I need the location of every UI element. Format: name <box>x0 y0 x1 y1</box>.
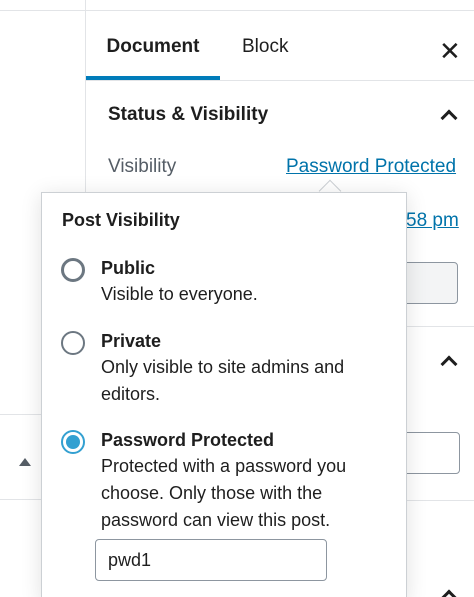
chevron-up-icon[interactable] <box>440 355 458 373</box>
radio-public[interactable] <box>61 258 85 282</box>
chevron-up-icon[interactable] <box>440 109 458 127</box>
password-input[interactable] <box>95 539 327 581</box>
tab-block[interactable]: Block <box>242 11 288 80</box>
sidebar-tabs: Document Block ✕ <box>86 11 474 81</box>
option-description: Protected with a password you choose. On… <box>101 456 347 530</box>
section-title-status-visibility[interactable]: Status & Visibility <box>108 104 268 126</box>
move-up-arrow-icon[interactable] <box>19 458 31 466</box>
divider <box>0 10 85 11</box>
option-description: Visible to everyone. <box>101 284 258 304</box>
option-label[interactable]: Private <box>101 331 161 352</box>
visibility-label: Visibility <box>108 156 177 177</box>
visibility-toggle-link[interactable]: Password Protected <box>286 156 456 178</box>
option-description: Only visible to site admins and editors. <box>101 357 345 404</box>
close-icon[interactable]: ✕ <box>439 38 461 64</box>
option-label[interactable]: Public <box>101 258 155 279</box>
publish-time-link[interactable]: 58 pm <box>406 210 459 232</box>
option-label[interactable]: Password Protected <box>101 430 274 451</box>
popover-title: Post Visibility <box>62 210 180 230</box>
chevron-up-icon[interactable] <box>440 589 458 597</box>
post-visibility-popover: Post Visibility Public Visible to everyo… <box>41 192 407 597</box>
radio-private[interactable] <box>61 331 85 355</box>
tab-document[interactable]: Document <box>86 11 220 80</box>
radio-password-protected[interactable] <box>61 430 85 454</box>
